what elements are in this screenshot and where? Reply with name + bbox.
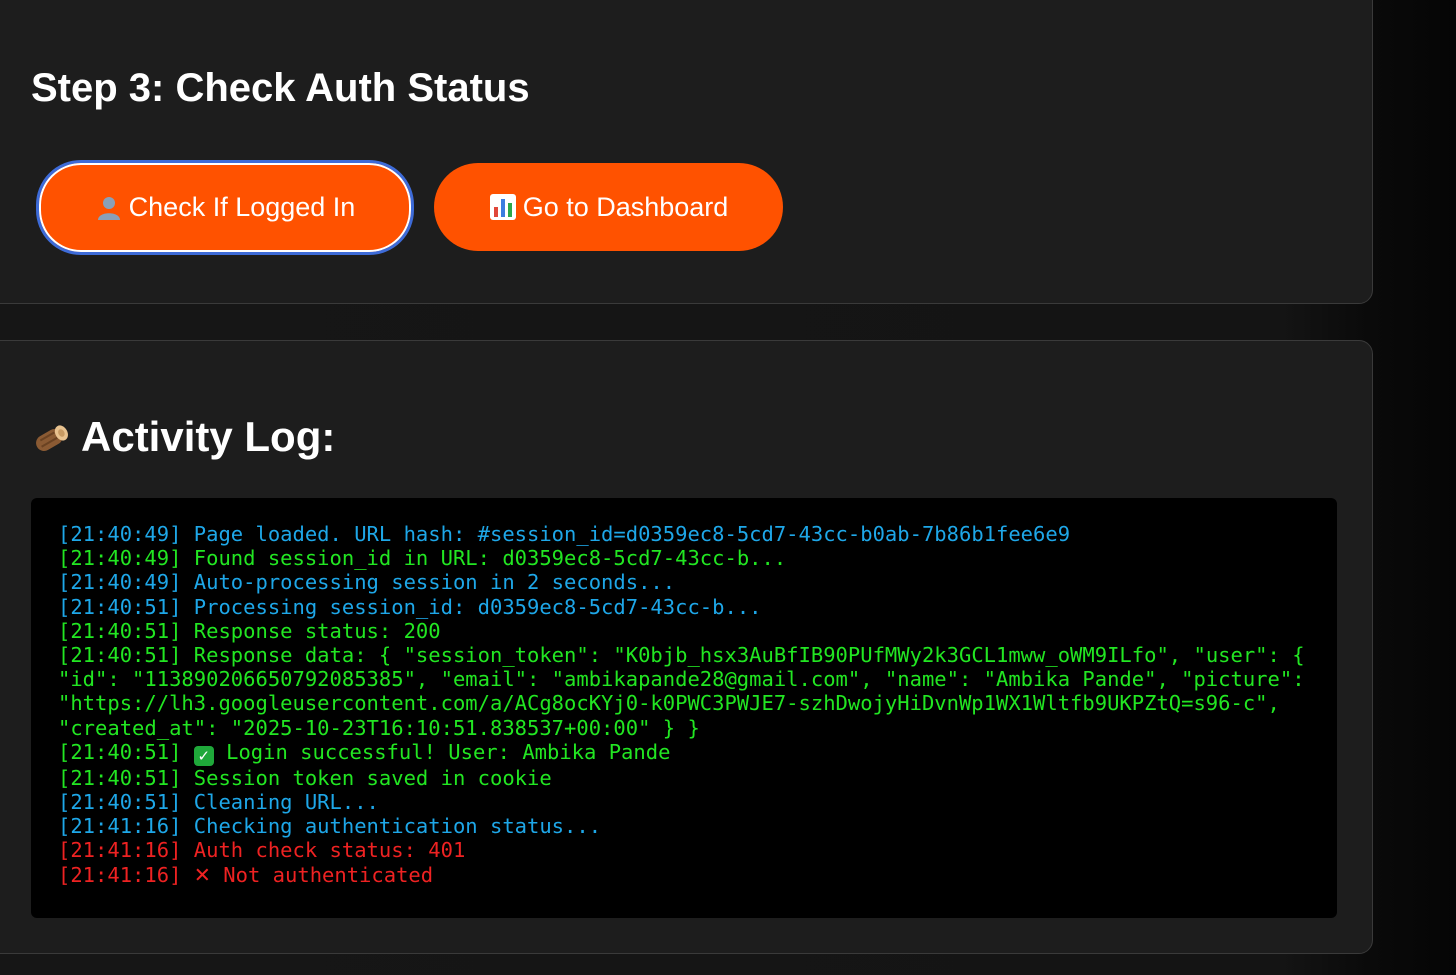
activity-log-title: Activity Log: xyxy=(31,412,335,462)
auth-status-card xyxy=(0,0,1373,304)
log-timestamp: [21:41:16] xyxy=(58,838,182,863)
go-to-dashboard-label: Go to Dashboard xyxy=(522,191,729,222)
log-entry: [21:40:51] Response status: 200 xyxy=(58,619,1311,643)
log-entry: [21:40:51] Session token saved in cookie xyxy=(58,766,1311,790)
log-timestamp: [21:41:16] xyxy=(58,814,182,839)
log-message: Auth check status: 401 xyxy=(193,838,466,863)
log-entry: [21:40:51] ✓ Login successful! User: Amb… xyxy=(58,740,1311,766)
cross-mark-icon: ✕ xyxy=(193,862,211,887)
log-message: Found session_id in URL: d0359ec8-5cd7-4… xyxy=(193,546,787,571)
log-message: Session token saved in cookie xyxy=(193,765,552,790)
log-timestamp: [21:40:51] xyxy=(58,765,182,790)
user-silhouette-icon xyxy=(97,196,120,220)
log-entry: [21:40:51] Cleaning URL... xyxy=(58,790,1311,814)
log-timestamp: [21:40:51] xyxy=(58,643,182,668)
log-entry: [21:40:49] Page loaded. URL hash: #sessi… xyxy=(58,522,1311,546)
log-timestamp: [21:40:51] xyxy=(58,594,182,619)
log-entry: [21:41:16] Auth check status: 401 xyxy=(58,838,1311,862)
log-message: Processing session_id: d0359ec8-5cd7-43c… xyxy=(193,594,762,619)
log-timestamp: [21:40:51] xyxy=(58,739,182,764)
log-message: Checking authentication status... xyxy=(193,814,602,839)
log-message: Not authenticated xyxy=(223,862,434,887)
log-timestamp: [21:40:49] xyxy=(58,570,182,595)
log-entry: [21:40:49] Auto-processing session in 2 … xyxy=(58,570,1311,594)
go-to-dashboard-button[interactable]: Go to Dashboard xyxy=(434,163,783,251)
log-message: Response data: { "session_token": "K0bjb… xyxy=(58,643,1317,740)
auth-section-title: Step 3: Check Auth Status xyxy=(31,66,530,110)
check-logged-in-button[interactable]: Check If Logged In xyxy=(36,160,414,255)
log-message: Response status: 200 xyxy=(193,618,441,643)
log-message: Login successful! User: Ambika Pande xyxy=(226,739,671,764)
log-timestamp: [21:40:51] xyxy=(58,790,182,815)
activity-log-panel[interactable]: [21:40:49] Page loaded. URL hash: #sessi… xyxy=(31,498,1337,918)
log-message: Auto-processing session in 2 seconds... xyxy=(193,570,676,595)
bar-chart-icon xyxy=(489,194,516,220)
log-entry: [21:40:49] Found session_id in URL: d035… xyxy=(58,546,1311,570)
log-message: Cleaning URL... xyxy=(193,790,379,815)
log-timestamp: [21:41:16] xyxy=(58,862,182,887)
log-entry: [21:40:51] Processing session_id: d0359e… xyxy=(58,595,1311,619)
log-timestamp: [21:40:51] xyxy=(58,618,182,643)
activity-log-title-text: Activity Log: xyxy=(81,413,336,460)
log-message: Page loaded. URL hash: #session_id=d0359… xyxy=(193,522,1071,546)
log-entry: [21:41:16] ✕ Not authenticated xyxy=(58,863,1311,887)
log-timestamp: [21:40:49] xyxy=(58,522,182,546)
check-logged-in-label: Check If Logged In xyxy=(128,192,356,222)
log-entry: [21:41:16] Checking authentication statu… xyxy=(58,814,1311,838)
log-entry: [21:40:51] Response data: { "session_tok… xyxy=(58,643,1311,740)
log-wood-icon xyxy=(36,425,68,451)
log-timestamp: [21:40:49] xyxy=(58,546,182,571)
check-mark-icon: ✓ xyxy=(193,745,214,766)
